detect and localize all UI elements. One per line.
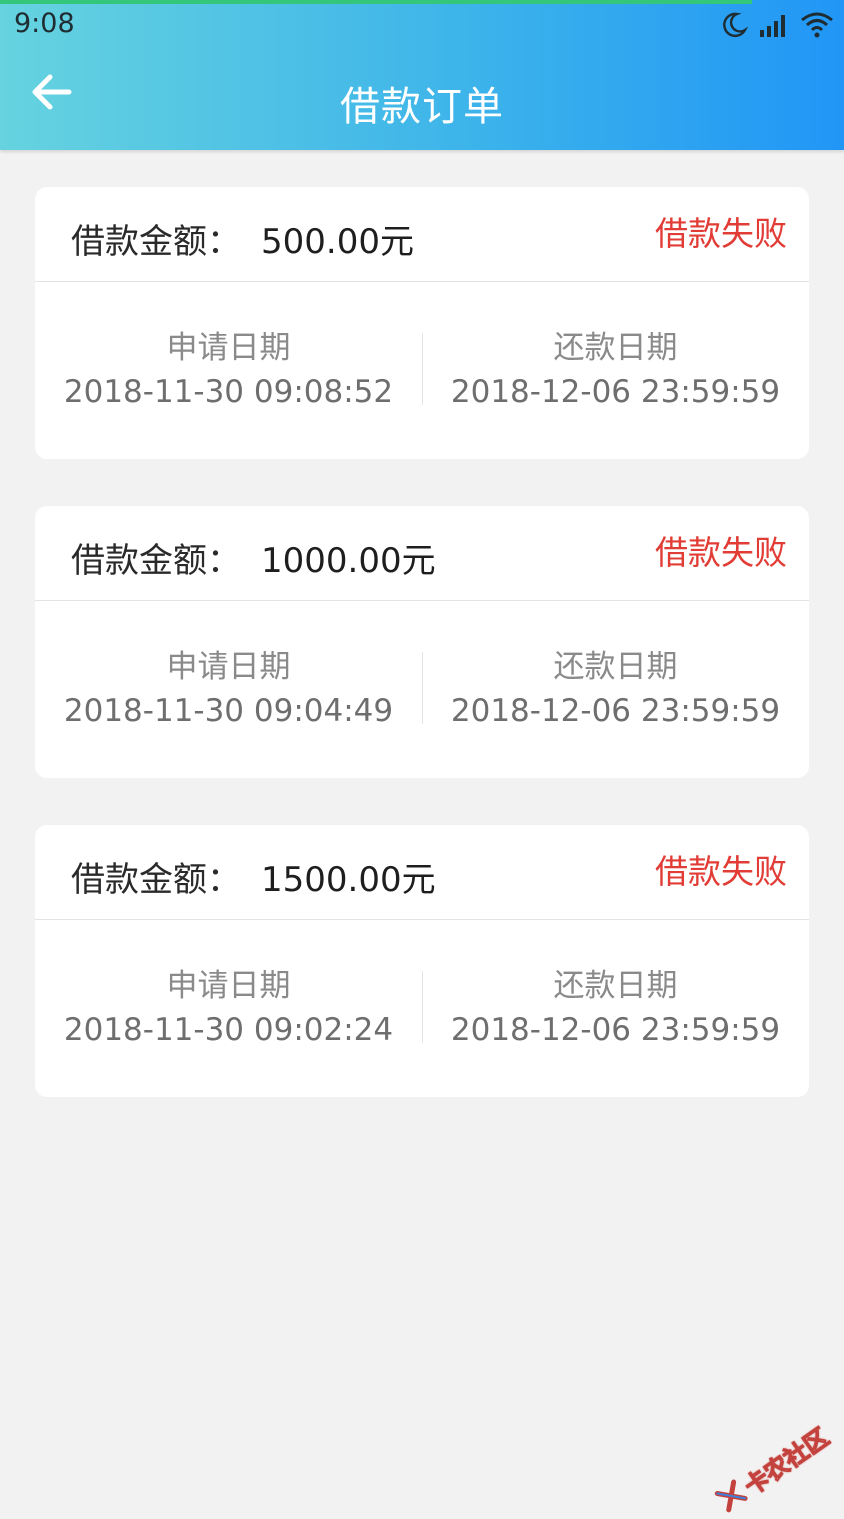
order-card-header: 借款金额： 1500.00元 借款失败: [35, 825, 809, 920]
repay-date-column: 还款日期 2018-12-06 23:59:59: [422, 601, 809, 778]
wifi-icon: [800, 11, 834, 39]
status-icons: [720, 8, 834, 42]
apply-date-label: 申请日期: [35, 647, 422, 687]
date-divider: [422, 971, 423, 1043]
repay-date-label: 还款日期: [422, 647, 809, 687]
order-card-body: 申请日期 2018-11-30 09:08:52 还款日期 2018-12-06…: [35, 282, 809, 459]
app-header: 9:08: [0, 0, 844, 150]
apply-date-value: 2018-11-30 09:02:24: [35, 1008, 422, 1052]
watermark: 卡农社区: [711, 1418, 834, 1519]
apply-date-value: 2018-11-30 09:04:49: [35, 689, 422, 733]
repay-date-column: 还款日期 2018-12-06 23:59:59: [422, 282, 809, 459]
moon-icon: [720, 11, 748, 39]
order-card[interactable]: 借款金额： 1500.00元 借款失败 申请日期 2018-11-30 09:0…: [35, 825, 809, 1097]
repay-date-value: 2018-12-06 23:59:59: [422, 689, 809, 733]
apply-date-label: 申请日期: [35, 328, 422, 368]
amount-value: 1500.00元: [261, 852, 436, 901]
apply-date-label: 申请日期: [35, 966, 422, 1006]
order-list: 借款金额： 500.00元 借款失败 申请日期 2018-11-30 09:08…: [35, 187, 809, 1144]
order-card-header: 借款金额： 500.00元 借款失败: [35, 187, 809, 282]
amount-label: 借款金额：: [71, 533, 241, 582]
order-card-body: 申请日期 2018-11-30 09:02:24 还款日期 2018-12-06…: [35, 920, 809, 1097]
order-card[interactable]: 借款金额： 1000.00元 借款失败 申请日期 2018-11-30 09:0…: [35, 506, 809, 778]
date-divider: [422, 652, 423, 724]
repay-date-label: 还款日期: [422, 966, 809, 1006]
apply-date-column: 申请日期 2018-11-30 09:08:52: [35, 282, 422, 459]
status-bar: 9:08: [0, 0, 844, 50]
order-status: 借款失败: [655, 845, 787, 893]
repay-date-value: 2018-12-06 23:59:59: [422, 1008, 809, 1052]
page-title: 借款订单: [0, 74, 844, 132]
apply-date-value: 2018-11-30 09:08:52: [35, 370, 422, 414]
amount-value: 1000.00元: [261, 533, 436, 582]
order-card[interactable]: 借款金额： 500.00元 借款失败 申请日期 2018-11-30 09:08…: [35, 187, 809, 459]
repay-date-value: 2018-12-06 23:59:59: [422, 370, 809, 414]
signal-icon: [758, 12, 790, 38]
watermark-text: 卡农社区: [736, 1418, 835, 1502]
amount-value: 500.00元: [261, 214, 414, 263]
order-status: 借款失败: [655, 207, 787, 255]
order-status: 借款失败: [655, 526, 787, 574]
order-card-body: 申请日期 2018-11-30 09:04:49 还款日期 2018-12-06…: [35, 601, 809, 778]
date-divider: [422, 333, 423, 405]
status-time: 9:08: [14, 8, 75, 39]
repay-date-label: 还款日期: [422, 328, 809, 368]
repay-date-column: 还款日期 2018-12-06 23:59:59: [422, 920, 809, 1097]
amount-label: 借款金额：: [71, 214, 241, 263]
amount-label: 借款金额：: [71, 852, 241, 901]
apply-date-column: 申请日期 2018-11-30 09:02:24: [35, 920, 422, 1097]
order-card-header: 借款金额： 1000.00元 借款失败: [35, 506, 809, 601]
apply-date-column: 申请日期 2018-11-30 09:04:49: [35, 601, 422, 778]
